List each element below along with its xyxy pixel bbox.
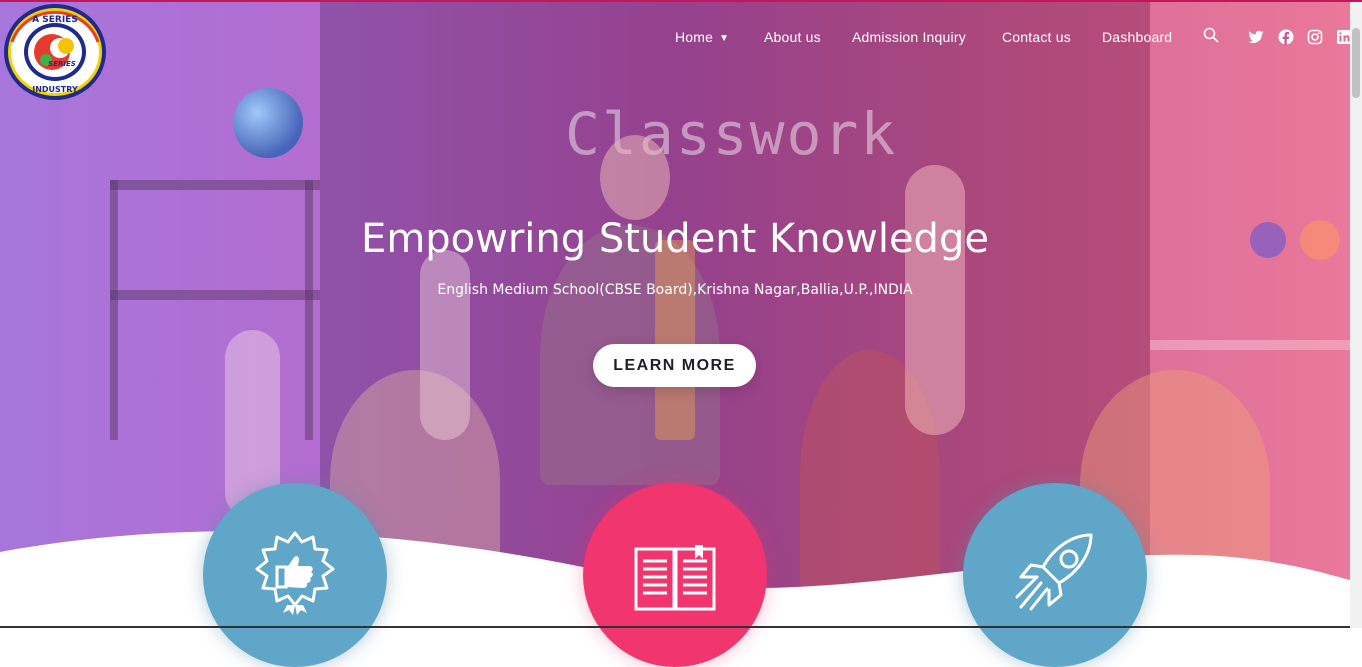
twitter-icon[interactable] bbox=[1248, 29, 1264, 45]
nav-item-contact-us[interactable]: Contact us bbox=[1002, 27, 1071, 47]
nav-item-home[interactable]: Home ▼ bbox=[675, 27, 729, 49]
nav-item-label: Home bbox=[675, 29, 714, 45]
nav-item-about-us[interactable]: About us bbox=[764, 27, 821, 47]
feature-circle-books[interactable] bbox=[583, 483, 767, 667]
logo-center-text: SERIES bbox=[48, 60, 76, 68]
globe-decoration bbox=[233, 88, 303, 158]
search-icon[interactable] bbox=[1203, 27, 1219, 43]
school-logo[interactable]: A SERIES SERIES INDUSTRY bbox=[2, 2, 108, 102]
scrollbar-thumb[interactable] bbox=[1352, 28, 1360, 98]
facebook-icon[interactable] bbox=[1278, 29, 1294, 45]
instagram-icon[interactable] bbox=[1307, 29, 1323, 45]
top-border bbox=[0, 0, 1362, 2]
open-book-icon bbox=[634, 545, 716, 611]
logo-top-text: A SERIES bbox=[32, 15, 78, 25]
thumbs-up-badge-icon bbox=[255, 531, 335, 615]
logo-bottom-text: INDUSTRY bbox=[32, 85, 78, 94]
page-scrollbar[interactable] bbox=[1350, 0, 1362, 628]
hero-title: Empowring Student Knowledge bbox=[361, 216, 989, 262]
nav-item-admission-inquiry[interactable]: Admission Inquiry bbox=[852, 27, 966, 47]
feature-circle-launch[interactable] bbox=[963, 483, 1147, 667]
rocket-icon bbox=[1015, 533, 1093, 611]
main-nav: Home ▼ About us Admission Inquiry Contact… bbox=[0, 27, 1362, 49]
nav-item-dashboard[interactable]: Dashboard bbox=[1102, 27, 1172, 47]
hero-subtitle: English Medium School(CBSE Board),Krishn… bbox=[437, 282, 913, 298]
chevron-down-icon: ▼ bbox=[719, 33, 730, 44]
learn-more-button[interactable]: LEARN MORE bbox=[593, 344, 756, 387]
feature-circle-quality[interactable] bbox=[203, 483, 387, 667]
